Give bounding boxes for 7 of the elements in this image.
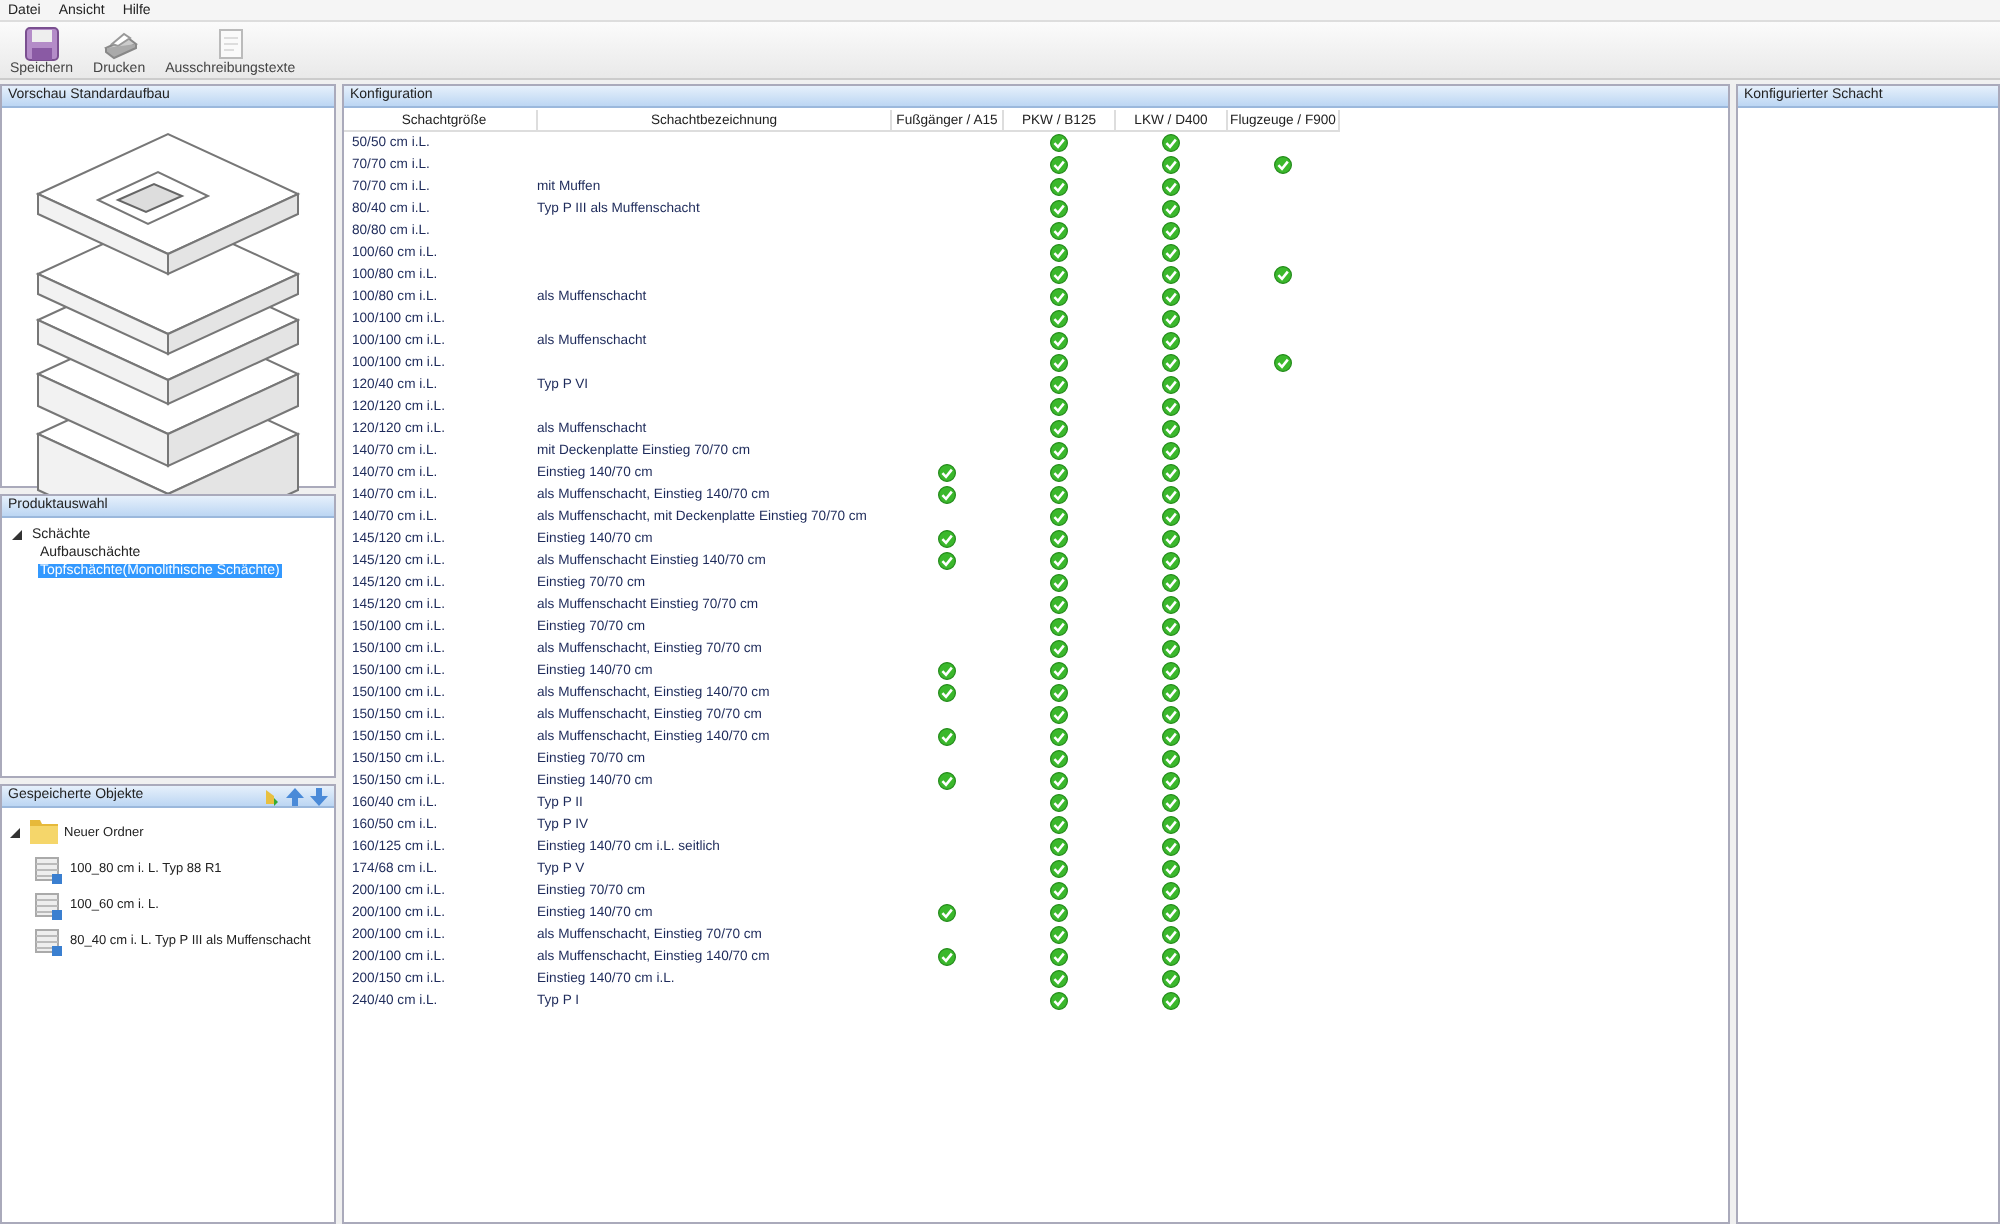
shaft-icon bbox=[32, 923, 66, 957]
arrow-down-icon bbox=[310, 787, 328, 805]
arrow-up-icon bbox=[286, 787, 304, 805]
shaft-icon bbox=[32, 887, 66, 921]
shaft-icon bbox=[32, 851, 66, 885]
new-folder-icon bbox=[262, 787, 280, 805]
folder-icon bbox=[26, 816, 60, 848]
